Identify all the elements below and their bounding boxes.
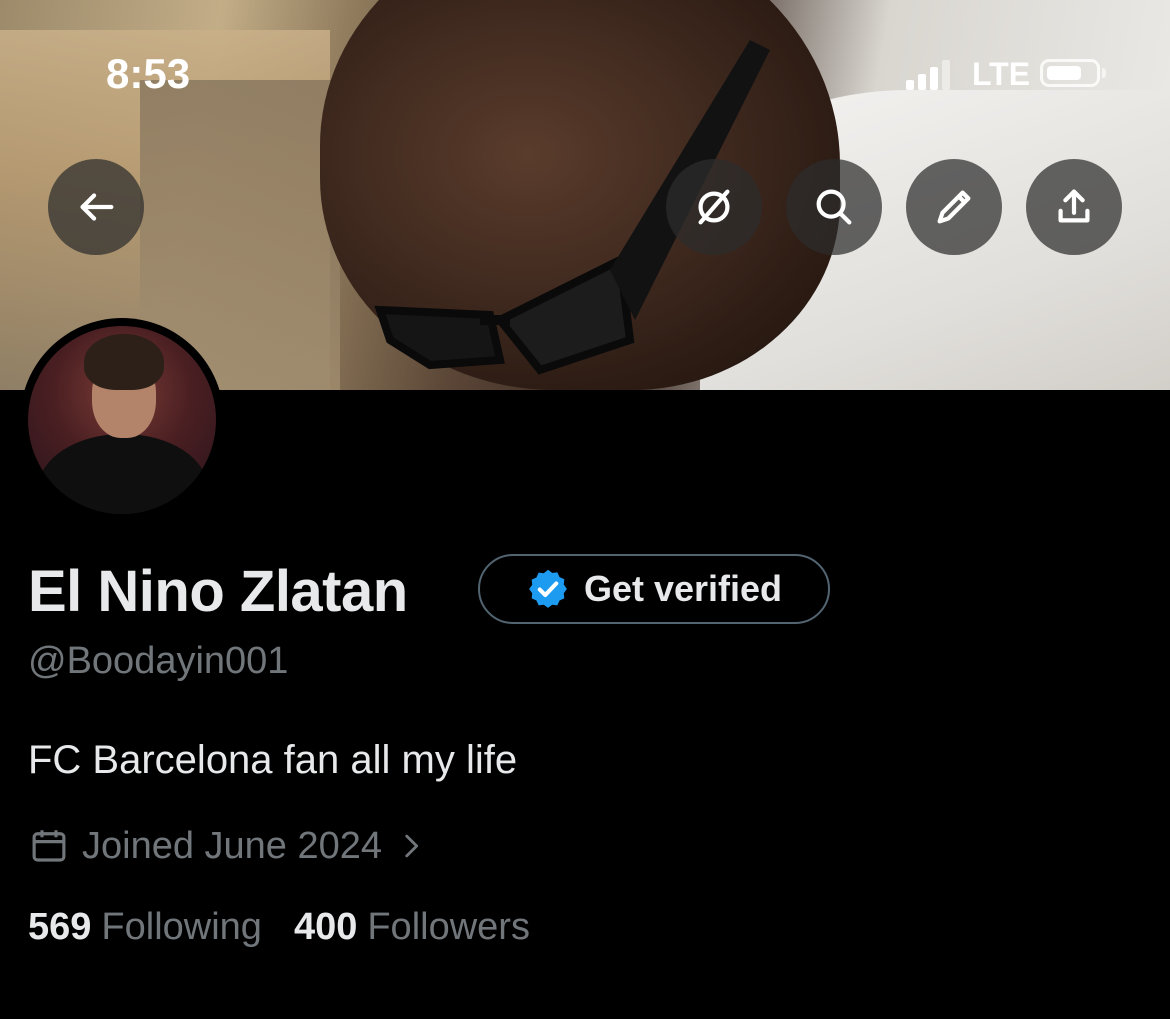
get-verified-label: Get verified [583, 568, 783, 609]
share-icon [1058, 189, 1090, 223]
followers-link[interactable]: 400 Followers [294, 906, 530, 949]
verified-badge-icon [529, 569, 567, 608]
joined-date-link[interactable]: Joined June 2024 [28, 822, 428, 870]
get-verified-button[interactable]: Get verified [478, 554, 830, 624]
chevron-right-icon [405, 834, 419, 858]
back-button[interactable] [48, 159, 144, 255]
following-label: Following [101, 906, 262, 948]
status-time: 8:53 [106, 50, 191, 97]
cellular-signal-icon [906, 58, 952, 90]
following-link[interactable]: 569 Following [28, 906, 262, 949]
profile-avatar[interactable] [20, 318, 224, 522]
user-handle: @Boodayin001 [28, 640, 289, 682]
network-type: LTE [972, 56, 1031, 92]
battery-tip [1102, 68, 1106, 78]
search-button[interactable] [786, 159, 882, 255]
avatar-photo [28, 326, 216, 514]
grok-button[interactable] [666, 159, 762, 255]
status-bar: 8:53 LTE [0, 0, 1170, 150]
share-button[interactable] [1026, 159, 1122, 255]
display-name: El Nino Zlatan [28, 559, 408, 624]
followers-count: 400 [293, 906, 358, 948]
battery-icon [1040, 59, 1100, 87]
follow-stats: 569 Following 400 Followers [28, 906, 530, 949]
grok-icon [698, 189, 730, 225]
search-icon [816, 189, 852, 225]
arrow-left-icon [80, 193, 114, 221]
edit-button[interactable] [906, 159, 1002, 255]
calendar-icon [32, 830, 66, 862]
profile-bio: FC Barcelona fan all my life [28, 738, 518, 782]
joined-date-text: Joined June 2024 [82, 824, 383, 867]
pencil-icon [937, 190, 971, 224]
following-count: 569 [28, 906, 92, 948]
followers-label: Followers [367, 906, 530, 948]
